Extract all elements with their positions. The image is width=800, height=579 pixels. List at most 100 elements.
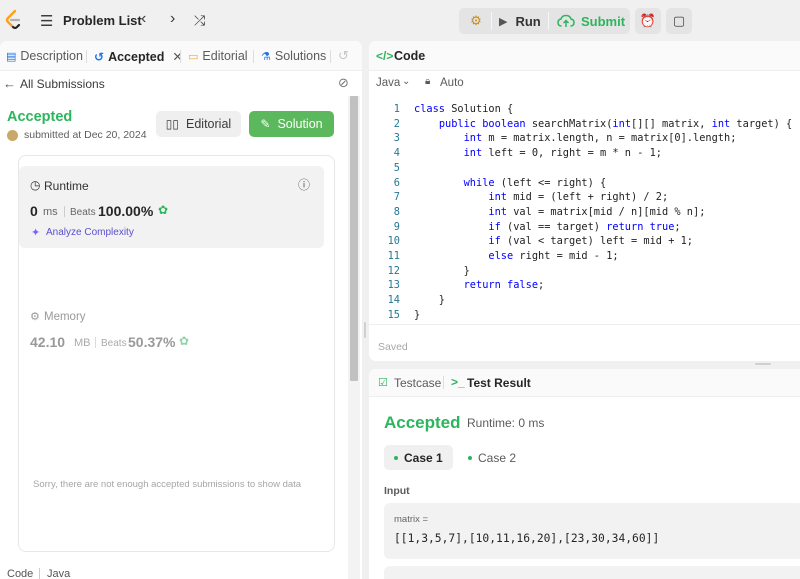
lock-icon: 🔒︎ [425, 76, 431, 87]
tab-test-result[interactable]: Test Result [467, 376, 531, 390]
submit-button[interactable]: Submit [557, 8, 625, 34]
code-line[interactable]: 13 return false; [369, 278, 800, 293]
left-scroll-thumb[interactable] [350, 96, 358, 381]
line-number: 4 [393, 147, 400, 160]
line-number: 3 [393, 132, 400, 145]
line-number: 5 [393, 161, 400, 174]
checkbox-icon: ☑ [378, 377, 388, 389]
avatar[interactable] [7, 129, 18, 141]
problem-list-title[interactable]: Problem List [63, 13, 142, 28]
close-tab-icon[interactable]: ✕ [172, 49, 182, 64]
code-line[interactable]: 11 else right = mid - 1; [369, 249, 800, 264]
next-problem-icon[interactable]: › [170, 10, 175, 28]
saved-status: Saved [378, 341, 408, 353]
top-bar: ☰ Problem List ‹ › ⤮ ⚙ ▶ Run Submit ⏰ ▢ [0, 0, 800, 41]
no-data-message: Sorry, there are not enough accepted sub… [33, 479, 302, 490]
tab-accepted[interactable]: ↺ Accepted ✕ [94, 49, 183, 65]
code-line[interactable]: 12 } [369, 264, 800, 279]
line-number: 7 [393, 191, 400, 204]
code-line[interactable]: 15} [369, 308, 800, 323]
debug-icon: ⚙ [470, 13, 482, 28]
code-text: return false; [463, 279, 545, 292]
code-panel: </> Code Java ⌄ 🔒︎ Auto 1 class Solution … [369, 41, 800, 361]
memory-beats: 50.37% [128, 334, 176, 350]
case-1-tab[interactable]: Case 1 [384, 445, 453, 470]
runtime-value: 0 [30, 203, 38, 219]
test-header: ☑ Testcase >_ Test Result [369, 369, 800, 397]
vertical-resize-handle[interactable] [364, 322, 366, 338]
analyze-complexity-link[interactable]: Analyze Complexity [46, 227, 134, 238]
runtime-box[interactable]: ◷ Runtime ⓘ 0 ms Beats 100.00% ✿ ✦ Analy… [19, 166, 324, 248]
submissions-subbar: ← All Submissions ⊘ [0, 72, 362, 94]
sparkle-icon: ✦ [31, 227, 41, 239]
code-line[interactable]: 14 } [369, 293, 800, 308]
case-2-tab[interactable]: Case 2 [458, 445, 526, 470]
code-line[interactable]: 5 [369, 161, 800, 176]
memory-label: Memory [44, 311, 86, 323]
editorial-button[interactable]: ▯▯ Editorial [156, 111, 241, 137]
memory-chip-icon: ⚙ [30, 311, 40, 323]
line-number: 2 [393, 117, 400, 130]
code-header: </> Code [369, 41, 800, 71]
code-line[interactable]: 3 int m = matrix.length, n = matrix[0].l… [369, 131, 800, 146]
submission-panel: ▤ Description ↺ Accepted ✕ ▭ Editorial ⚗… [0, 41, 362, 579]
code-text: int m = matrix.length, n = matrix[0].len… [463, 132, 737, 145]
debug-button[interactable]: ⚙ [463, 8, 489, 34]
code-line[interactable]: 2 public boolean searchMatrix(int[][] ma… [369, 117, 800, 132]
play-icon: ▶ [499, 15, 508, 28]
leetcode-logo-icon[interactable] [4, 9, 22, 31]
notes-button[interactable]: ▢ [666, 8, 692, 34]
info-icon[interactable]: ⓘ [298, 176, 310, 193]
code-line[interactable]: 7 int mid = (left + right) / 2; [369, 190, 800, 205]
code-line[interactable]: 9 if (val == target) return true; [369, 220, 800, 235]
timer-button[interactable]: ⏰ [635, 8, 661, 34]
code-line[interactable]: 1 class Solution { [369, 102, 800, 117]
code-text: int val = matrix[mid / n][mid % n]; [488, 205, 706, 218]
code-line[interactable]: 8 int val = matrix[mid / n][mid % n]; [369, 205, 800, 220]
code-tab[interactable]: Code [394, 49, 425, 63]
prev-problem-icon[interactable]: ‹ [141, 10, 146, 28]
line-number: 6 [393, 176, 400, 189]
auto-format-label[interactable]: Auto [440, 77, 464, 89]
runtime-beats: 100.00% [98, 203, 154, 219]
book-icon: ▭ [188, 50, 199, 63]
cloud-upload-icon [557, 14, 575, 27]
memory-celebrate-icon: ✿ [179, 334, 190, 348]
code-line[interactable]: 6 while (left <= right) { [369, 176, 800, 191]
footer-language: Java [47, 568, 71, 579]
code-text: while (left <= right) { [463, 176, 607, 189]
tab-description[interactable]: ▤ Description [6, 49, 83, 63]
result-runtime: Runtime: 0 ms [467, 416, 545, 430]
footer-code-label: Code [7, 568, 34, 579]
celebrate-icon: ✿ [158, 203, 169, 217]
edit-icon: ✎ [260, 117, 271, 131]
code-line[interactable]: 4 int left = 0, right = m * n - 1; [369, 146, 800, 161]
pass-dot-icon [394, 455, 398, 460]
line-number: 15 [387, 308, 400, 321]
share-link-icon[interactable]: ⊘ [338, 75, 349, 91]
left-scrollbar[interactable] [348, 96, 360, 579]
tab-solutions[interactable]: ⚗ Solutions [261, 49, 326, 63]
chevron-down-icon[interactable]: ⌄ [402, 76, 410, 87]
code-text: } [414, 308, 421, 321]
problem-list-icon[interactable]: ☰ [40, 12, 53, 30]
description-icon: ▤ [6, 50, 17, 63]
history-more-icon[interactable]: ↺ [338, 48, 349, 64]
line-number: 1 [393, 103, 400, 115]
memory-unit: MB [74, 337, 91, 349]
alarm-clock-icon: ⏰ [639, 13, 657, 28]
terminal-icon: >_ [451, 375, 465, 389]
all-submissions-link[interactable]: All Submissions [20, 77, 105, 91]
shuffle-icon[interactable]: ⤮ [194, 12, 205, 29]
solution-button[interactable]: ✎ Solution [249, 111, 334, 137]
horizontal-resize-handle[interactable] [755, 363, 771, 365]
memory-beats-label: Beats [101, 338, 127, 349]
back-arrow-icon[interactable]: ← [3, 76, 16, 91]
submit-label: Submit [581, 13, 626, 29]
book-open-icon: ▯▯ [165, 117, 180, 131]
tab-editorial[interactable]: ▭ Editorial [188, 49, 248, 63]
tab-testcase[interactable]: Testcase [394, 376, 441, 390]
language-select[interactable]: Java [376, 77, 400, 89]
code-line[interactable]: 10 if (val < target) left = mid + 1; [369, 234, 800, 249]
run-button[interactable]: ▶ Run [499, 8, 541, 34]
